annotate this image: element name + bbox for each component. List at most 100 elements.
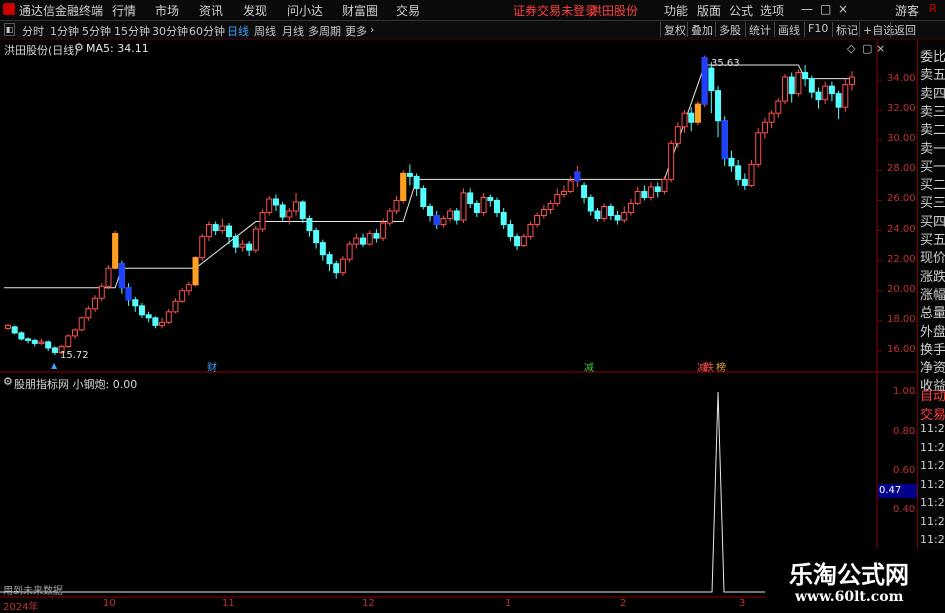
candle: [621, 206, 628, 224]
price-axis-label: 18.00: [887, 313, 916, 325]
candle-body: [761, 121, 768, 134]
sidebar-item: 涨跌: [920, 269, 945, 285]
candle: [467, 188, 474, 208]
candle-body: [654, 186, 661, 192]
candle: [547, 200, 554, 215]
candle: [581, 182, 588, 204]
candle-body: [427, 205, 433, 217]
price-axis-label: 16.00: [887, 343, 916, 355]
candle: [212, 221, 219, 236]
price-axis-label: 26.00: [887, 193, 916, 205]
ind-current-value: 0.47: [878, 484, 917, 498]
date-label-12: 12: [362, 598, 375, 609]
sidebar-item: 卖一: [920, 141, 945, 157]
candle: [440, 215, 447, 228]
candle: [601, 203, 608, 222]
price-axis-label: 28.00: [887, 163, 916, 175]
candle-body: [386, 210, 393, 224]
candle-body: [98, 285, 105, 299]
event-marker-reduce[interactable]: 减: [584, 359, 594, 374]
candle-body: [607, 205, 614, 217]
candle: [641, 185, 648, 201]
candle-body: [467, 192, 474, 204]
candle-body: [715, 90, 722, 122]
candle: [822, 81, 829, 105]
candle: [366, 230, 373, 246]
ind-axis-2: 0.80: [893, 426, 916, 437]
event-marker-finance[interactable]: 财: [207, 359, 217, 374]
candle: [406, 164, 413, 186]
candle: [326, 251, 333, 272]
candle-body: [755, 132, 762, 165]
candle-body: [71, 329, 78, 337]
candle-body: [145, 314, 152, 319]
candle: [386, 208, 393, 227]
candle: [627, 198, 634, 216]
candle-body: [668, 142, 675, 180]
candle-body: [326, 254, 333, 265]
sidebar-item: 总量: [920, 306, 945, 322]
signal-candle: [721, 120, 728, 159]
candle: [828, 81, 835, 102]
candle-body: [179, 290, 186, 302]
candle: [420, 185, 427, 210]
candle: [668, 140, 675, 183]
event-marker-drop[interactable]: 跌: [704, 359, 714, 374]
indicator-line: [0, 391, 877, 593]
candle: [45, 340, 52, 351]
signal-candle: [400, 172, 407, 201]
candle-body: [306, 218, 313, 232]
candle: [5, 323, 11, 330]
candle: [648, 182, 655, 201]
candle-body: [152, 317, 159, 326]
sidebar-lower-item: 11:28: [920, 459, 945, 472]
candle: [279, 201, 286, 222]
candle-body: [165, 311, 172, 323]
candle-body: [741, 178, 748, 186]
candle: [681, 110, 688, 133]
candle-body: [547, 202, 554, 211]
candle: [339, 256, 346, 276]
candle-body: [393, 199, 400, 212]
candle: [594, 208, 601, 222]
event-marker-list[interactable]: 榜: [716, 359, 726, 374]
candle-body: [514, 236, 521, 247]
candle: [761, 117, 768, 139]
sidebar-item: 卖五: [920, 68, 945, 84]
candle-body: [728, 157, 735, 167]
candle-body: [540, 209, 547, 217]
candle: [447, 208, 454, 222]
candle-body: [708, 67, 715, 92]
candle: [360, 233, 367, 248]
candle: [259, 209, 266, 233]
sidebar-item: 外盘: [920, 324, 945, 340]
candle-body: [232, 236, 239, 248]
candle-body: [768, 112, 775, 123]
candle: [105, 265, 112, 290]
candle: [634, 186, 641, 205]
candle-body: [641, 190, 648, 198]
candle: [306, 215, 313, 237]
sidebar-item: 卖四: [920, 86, 945, 102]
candle-body: [560, 190, 567, 195]
candle-body: [185, 284, 192, 292]
candle: [500, 208, 507, 230]
candle-body: [286, 210, 293, 218]
candle: [65, 334, 72, 348]
candle: [802, 65, 809, 87]
candle-body: [279, 204, 286, 218]
future-data-note: 用到未来数据: [3, 586, 63, 597]
candle: [540, 204, 547, 219]
candle: [232, 233, 239, 254]
candle: [728, 150, 735, 172]
candle: [165, 308, 172, 324]
candle: [25, 337, 32, 344]
candle: [219, 218, 226, 234]
candle-body: [205, 224, 212, 238]
candle-body: [420, 187, 427, 207]
candle: [31, 338, 38, 347]
candle-body: [493, 199, 500, 214]
kline-chart[interactable]: [0, 0, 945, 609]
candle-body: [266, 198, 273, 214]
signal-candle: [701, 57, 708, 105]
